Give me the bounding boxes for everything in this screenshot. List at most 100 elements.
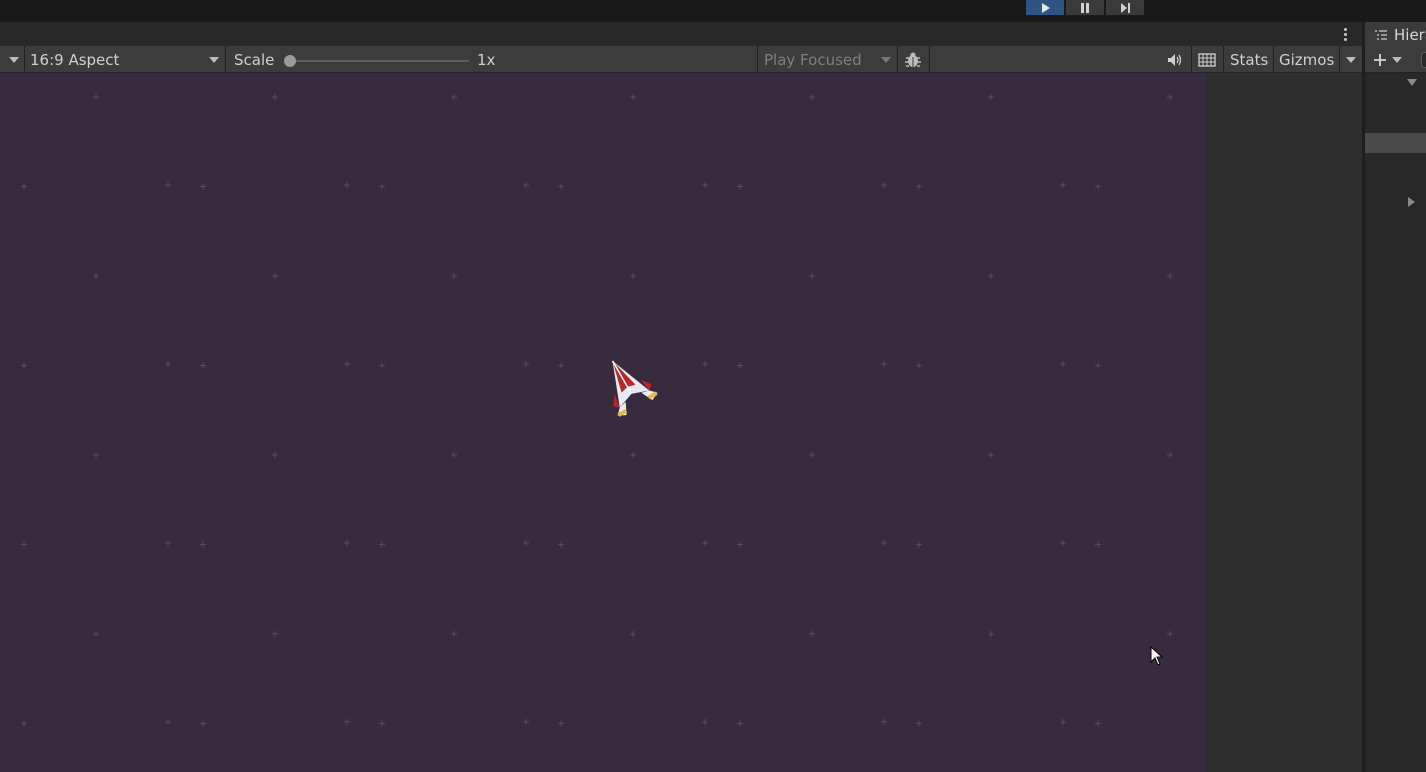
gizmos-button[interactable]: Gizmos xyxy=(1279,51,1334,69)
kebab-menu-icon[interactable] xyxy=(1338,25,1352,43)
star-decoration xyxy=(344,182,350,188)
star-decoration xyxy=(1167,631,1173,637)
plus-icon xyxy=(1374,54,1386,66)
game-viewport[interactable] xyxy=(0,73,1206,772)
mouse-cursor-icon xyxy=(1150,646,1164,666)
search-input[interactable] xyxy=(1421,52,1426,68)
star-decoration xyxy=(630,452,636,458)
tab-hierarchy[interactable]: Hiera xyxy=(1365,22,1426,48)
star-decoration xyxy=(630,273,636,279)
star-decoration xyxy=(21,541,27,548)
toolbar-divider xyxy=(1223,46,1224,73)
star-decoration xyxy=(344,719,350,725)
hierarchy-toolbar xyxy=(1365,48,1426,73)
scale-slider-track xyxy=(288,60,469,62)
star-decoration xyxy=(272,94,278,100)
pause-icon xyxy=(1081,2,1089,13)
star-decoration xyxy=(165,182,171,188)
star-decoration xyxy=(809,452,815,458)
dropdown-caret-icon[interactable] xyxy=(9,57,19,63)
speaker-icon xyxy=(1168,54,1182,66)
star-decoration xyxy=(702,182,708,188)
star-decoration xyxy=(523,719,529,725)
star-decoration xyxy=(165,540,171,546)
mute-audio-button[interactable] xyxy=(1160,47,1190,73)
scale-slider[interactable] xyxy=(284,52,474,70)
star-decoration xyxy=(809,631,815,637)
create-button[interactable] xyxy=(1373,51,1405,69)
star-decoration xyxy=(344,540,350,546)
spaceship-sprite xyxy=(611,360,658,417)
star-decoration xyxy=(21,362,27,369)
hierarchy-row[interactable] xyxy=(1365,73,1426,93)
star-decoration xyxy=(809,273,815,279)
star-decoration xyxy=(1095,362,1101,369)
hierarchy-row[interactable] xyxy=(1365,193,1426,213)
star-decoration xyxy=(523,361,529,367)
star-decoration xyxy=(93,273,99,279)
toolbar-divider xyxy=(1339,46,1340,73)
pause-button[interactable] xyxy=(1066,0,1104,15)
collapse-arrow-icon[interactable] xyxy=(1408,197,1415,207)
star-decoration xyxy=(558,541,564,548)
star-decoration xyxy=(916,362,922,369)
star-decoration xyxy=(93,631,99,637)
star-decoration xyxy=(1095,541,1101,548)
hierarchy-tab-label: Hiera xyxy=(1394,26,1426,44)
star-decoration xyxy=(200,183,206,190)
star-decoration xyxy=(93,94,99,100)
hierarchy-row-selected[interactable] xyxy=(1365,133,1426,153)
viewport-letterbox xyxy=(1206,73,1362,772)
toolbar-divider xyxy=(1273,46,1274,73)
gizmos-dropdown-caret-icon[interactable] xyxy=(1346,57,1356,63)
star-decoration xyxy=(737,362,743,369)
star-decoration xyxy=(881,182,887,188)
star-decoration xyxy=(451,452,457,458)
star-decoration xyxy=(988,631,994,637)
star-decoration xyxy=(558,720,564,727)
star-decoration xyxy=(379,720,385,727)
star-decoration xyxy=(379,362,385,369)
star-decoration xyxy=(1060,361,1066,367)
star-decoration xyxy=(200,362,206,369)
scale-slider-thumb[interactable] xyxy=(284,55,296,67)
grid-icon xyxy=(1198,53,1216,67)
play-mode-dropdown[interactable]: Play Focused xyxy=(758,47,896,73)
star-decoration xyxy=(916,541,922,548)
star-decoration xyxy=(1167,273,1173,279)
star-decoration xyxy=(272,273,278,279)
star-decoration xyxy=(630,631,636,637)
star-decoration xyxy=(916,720,922,727)
star-decoration xyxy=(881,719,887,725)
star-decoration xyxy=(988,452,994,458)
star-decoration xyxy=(272,452,278,458)
star-decoration xyxy=(737,541,743,548)
play-icon xyxy=(1042,2,1050,13)
star-decoration xyxy=(1167,94,1173,100)
play-mode-label: Play Focused xyxy=(764,51,862,69)
dropdown-caret-icon xyxy=(881,57,891,63)
star-decoration xyxy=(165,719,171,725)
step-button[interactable] xyxy=(1106,0,1144,15)
star-decoration xyxy=(988,273,994,279)
star-decoration xyxy=(737,720,743,727)
stats-button[interactable]: Stats xyxy=(1230,51,1268,69)
shortcuts-button[interactable] xyxy=(1192,47,1222,73)
star-decoration xyxy=(881,540,887,546)
star-decoration xyxy=(21,720,27,727)
star-decoration xyxy=(200,541,206,548)
aspect-dropdown[interactable]: 16:9 Aspect xyxy=(25,47,225,73)
star-decoration xyxy=(988,94,994,100)
expand-arrow-icon[interactable] xyxy=(1407,79,1417,86)
star-decoration xyxy=(523,182,529,188)
star-decoration xyxy=(702,540,708,546)
star-decoration xyxy=(1060,182,1066,188)
play-button[interactable] xyxy=(1026,0,1064,15)
dropdown-caret-icon xyxy=(209,57,219,63)
star-decoration xyxy=(1167,452,1173,458)
top-play-bar xyxy=(0,0,1426,22)
star-decoration xyxy=(702,719,708,725)
star-decoration xyxy=(451,273,457,279)
star-decoration xyxy=(379,541,385,548)
debug-button[interactable] xyxy=(898,47,928,73)
